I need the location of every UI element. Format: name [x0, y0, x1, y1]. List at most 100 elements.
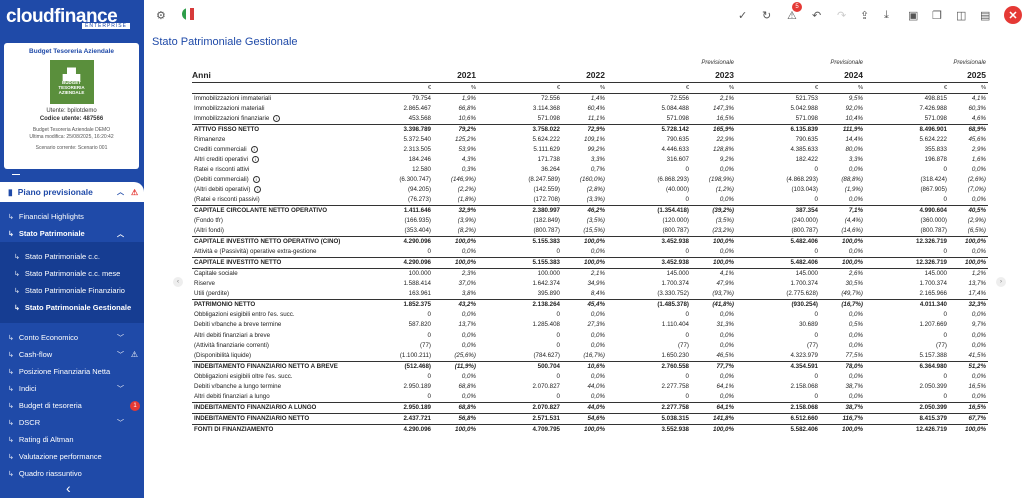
value-cell: (6.300.747)	[399, 176, 431, 184]
settings-icon[interactable]: ⚙	[156, 9, 166, 22]
percent-cell: 0,5%	[848, 321, 863, 329]
value-cell: 0	[943, 311, 947, 319]
nav-sp-finanziario[interactable]: ↳ Stato Patrimoniale Finanziario	[0, 282, 144, 299]
percent-cell: 17,4%	[968, 290, 986, 298]
row-label: PATRIMONIO NETTO	[192, 299, 372, 311]
value-cell: 571.098	[537, 114, 560, 122]
percent-cell: 9,2%	[719, 155, 734, 163]
value-cell: 72.556	[541, 94, 560, 102]
nav-piano-previsionale[interactable]: ▮ Piano previsionale ︿ ⚠	[0, 182, 144, 202]
nav-dscr[interactable]: ↳ DSCR ﹀	[0, 414, 144, 431]
row-label-text: CAPITALE INVESTITO NETTO	[194, 259, 282, 267]
value-cell: 0	[685, 248, 689, 256]
value-cell: 1.207.669	[919, 321, 947, 329]
value-cell: 36.264	[541, 165, 560, 173]
info-icon[interactable]: i	[254, 186, 262, 194]
value-cell: (930.254)	[736, 299, 820, 311]
collapse-sidebar-icon[interactable]: ‹	[66, 480, 71, 496]
previsionale-label: Previsionale	[953, 60, 986, 66]
percent-cell: 1,9%	[461, 94, 476, 102]
value-cell: 4.990.604	[865, 205, 949, 217]
refresh-icon[interactable]: ↻	[762, 9, 771, 22]
nav-label: Budget di tesoreria	[18, 401, 82, 410]
year-header: 2024	[844, 69, 863, 80]
nav-sp-cc-mese[interactable]: ↳ Stato Patrimoniale c.c. mese	[0, 265, 144, 282]
info-icon[interactable]: i	[273, 114, 281, 122]
nav-cash-flow[interactable]: ↳ Cash-flow ﹀ ⚠	[0, 346, 144, 363]
italy-flag-icon[interactable]	[182, 8, 194, 23]
collapse-line[interactable]	[12, 174, 20, 175]
percent-cell: (3,5%)	[715, 217, 734, 225]
sub-arrow-icon: ↳	[8, 385, 14, 393]
row-label-text: INDEBITAMENTO FINANZIARIO A LUNGO	[194, 403, 317, 411]
nav-label: Stato Patrimoniale Finanziario	[24, 286, 125, 295]
percent-cell: 77,5%	[845, 351, 863, 359]
copy-icon[interactable]: ❐	[932, 9, 942, 22]
value-cell: 3.758.022	[478, 123, 562, 135]
save-icon[interactable]: ▣	[908, 9, 918, 22]
percent-cell: 38,7%	[845, 382, 863, 390]
upload-icon[interactable]: ⇪	[860, 9, 869, 22]
percent-cell: (1,8%)	[457, 196, 476, 204]
nav-valutazione[interactable]: ↳ Valutazione performance	[0, 448, 144, 465]
unit-value: €	[865, 81, 949, 94]
percent-cell: 100,0%	[433, 236, 478, 248]
redo-icon[interactable]: ↷	[837, 9, 846, 22]
value-cell: (8.247.589)	[528, 176, 560, 184]
percent-cell: (16,7%)	[820, 299, 865, 311]
percent-cell: 34,9%	[587, 280, 605, 288]
navigation: ▮ Piano previsionale ︿ ⚠ ↳ Financial Hig…	[0, 182, 144, 482]
table-row: Immobilizzazioni finanziarie i 453.568 10,6…	[192, 114, 988, 125]
row-label-text: Altri debiti finanziari a lungo	[194, 392, 270, 400]
info-icon[interactable]: i	[252, 176, 260, 184]
undo-icon[interactable]: ↶	[812, 9, 821, 22]
value-cell: 0	[814, 372, 818, 380]
download-icon[interactable]: ⤓	[884, 9, 889, 22]
value-cell: 0	[943, 196, 947, 204]
percent-cell: 45,6%	[968, 135, 986, 143]
chevron-down-icon: ﹀	[117, 334, 124, 342]
check-icon[interactable]: ✓	[738, 9, 747, 22]
nav-altman[interactable]: ↳ Rating di Altman	[0, 431, 144, 448]
sub-arrow-icon: ↳	[8, 334, 14, 342]
value-cell: (76.273)	[407, 196, 431, 204]
percent-cell: (7,0%)	[967, 186, 986, 194]
value-cell: 5.038.315	[607, 412, 691, 425]
info-icon[interactable]: i	[252, 155, 259, 163]
nav-sp-gestionale[interactable]: ↳ Stato Patrimoniale Gestionale	[0, 299, 144, 316]
app-logo[interactable]: cloudfinance ENTERPRISE	[0, 0, 144, 34]
nav-conto-economico[interactable]: ↳ Conto Economico ﹀	[0, 329, 144, 346]
percent-cell: 0,0%	[971, 311, 986, 319]
value-cell: 0	[943, 165, 947, 173]
percent-cell: 13,7%	[458, 321, 476, 329]
percent-cell: (3,5%)	[586, 217, 605, 225]
row-label-text: Obbligazioni esigibili oltre l'es. succ.	[194, 372, 293, 380]
value-cell: 0	[556, 248, 560, 256]
nav-stato-patrimoniale[interactable]: ↳ Stato Patrimoniale ︿	[0, 225, 144, 242]
percent-cell: 16,5%	[716, 114, 734, 122]
table-row: (Debiti commerciali) i (6.300.747) (146,9%)…	[192, 175, 988, 185]
percent-cell: (2,2%)	[457, 186, 476, 194]
percent-cell: 165,9%	[691, 123, 736, 135]
percent-cell: 0,0%	[461, 331, 476, 339]
report-icon[interactable]: ▤	[980, 9, 990, 22]
columns-icon[interactable]: ◫	[956, 9, 966, 22]
scroll-left-icon[interactable]: ‹	[173, 277, 183, 287]
nav-sp-cc[interactable]: ↳ Stato Patrimoniale c.c.	[0, 248, 144, 265]
row-label-text: (Debiti commerciali)	[194, 176, 249, 184]
table-row: CAPITALE INVESTITO NETTO OPERATIVO (CINO…	[192, 236, 988, 248]
scroll-right-icon[interactable]: ›	[996, 277, 1006, 287]
nav-pfn[interactable]: ↳ Posizione Finanziaria Netta	[0, 363, 144, 380]
project-thumbnail: ▟▙ BUDGET TESORERIA AZIENDALE	[49, 60, 94, 104]
nav-quadro[interactable]: ↳ Quadro riassuntivo	[0, 465, 144, 482]
nav-budget-tesoreria[interactable]: ↳ Budget di tesoreria 1	[0, 397, 144, 414]
percent-cell: 100,0%	[949, 257, 988, 269]
nav-financial-highlights[interactable]: ↳ Financial Highlights	[0, 208, 144, 225]
percent-cell: (14,6%)	[841, 227, 863, 235]
row-label: Obbligazioni esigibili entro l'es. succ.	[192, 310, 372, 320]
percent-cell: 16,5%	[968, 382, 986, 390]
nav-indici[interactable]: ↳ Indici ﹀	[0, 380, 144, 397]
info-icon[interactable]: i	[250, 145, 258, 153]
nav-label: Stato Patrimoniale Gestionale	[24, 303, 132, 312]
close-icon[interactable]: ✕	[1004, 6, 1022, 24]
